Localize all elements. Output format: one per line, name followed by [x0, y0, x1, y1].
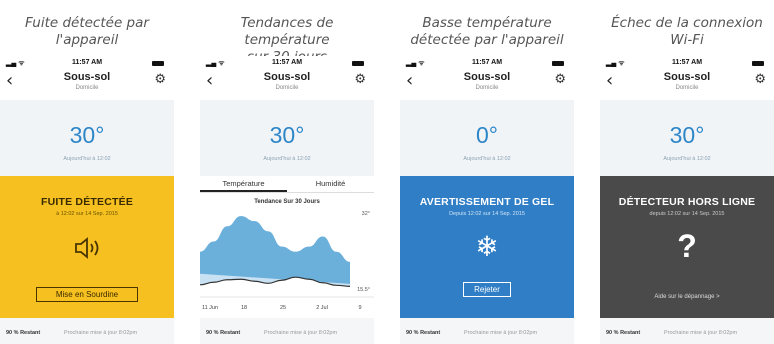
- temperature-timestamp: Aujourd'hui à 12:02: [463, 156, 511, 162]
- snowflake-icon: ❄: [475, 230, 499, 263]
- trend-chart-svg: 32° 15.5° 11 Jun 18 25 2 Jul 9: [200, 211, 374, 311]
- battery-remaining: 90 % Restant: [6, 330, 41, 336]
- phone-screen: ▂▄ ᯤ 11:57 AM ‹ Sous-sol Domicile ⚙ 0° A…: [400, 56, 574, 344]
- battery-icon: [352, 61, 364, 66]
- status-bar: ▂▄ ᯤ 11:57 AM: [200, 58, 374, 70]
- battery-remaining: 90 % Restant: [206, 330, 241, 336]
- y-tick-label: 32°: [362, 211, 370, 217]
- page-title: Sous-sol: [663, 71, 711, 83]
- panel-offline: Échec de la connexion Wi-Fi ▂▄ ᯤ 11:57 A…: [600, 0, 774, 344]
- status-bar: ▂▄ ᯤ 11:57 AM: [400, 58, 574, 70]
- area-fill-dark: [200, 216, 350, 284]
- status-time: 11:57 AM: [671, 59, 703, 66]
- x-tick-label: 11 Jun: [202, 305, 218, 311]
- alert-title: FUITE DÉTECTÉE: [40, 196, 134, 208]
- page-subtitle: Domicile: [475, 85, 499, 91]
- footer: 90 % Restant Prochaine mise à jour 8:02p…: [200, 318, 374, 344]
- temperature-value: 30°: [269, 122, 305, 148]
- panel-frost: Basse température détectée par l'apparei…: [400, 0, 574, 344]
- battery-remaining: 90 % Restant: [606, 330, 641, 336]
- footer: 90 % Restant Prochaine mise à jour 8:02p…: [600, 318, 774, 344]
- trend-chart: Tendance Sur 30 Jours 32° 15.5° 11 Jun 18 25…: [200, 193, 374, 318]
- tab-humidity[interactable]: Humidité: [287, 179, 374, 188]
- battery-icon: [752, 61, 764, 66]
- gear-icon[interactable]: ⚙: [354, 72, 366, 87]
- page-title: Sous-sol: [63, 71, 111, 83]
- gear-icon[interactable]: ⚙: [754, 72, 766, 87]
- page-subtitle: Domicile: [275, 85, 299, 91]
- x-tick-label: 9: [358, 305, 361, 311]
- temperature-area: 30° Aujourd'hui à 12:02: [600, 100, 774, 176]
- caption-frost: Basse température détectée par l'apparei…: [410, 15, 564, 48]
- x-tick-label: 25: [280, 305, 286, 311]
- page-subtitle: Domicile: [675, 85, 699, 91]
- temperature-value: 30°: [69, 122, 105, 148]
- status-time: 11:57 AM: [471, 59, 503, 66]
- nav-bar: ‹ Sous-sol Domicile ⚙: [400, 70, 574, 100]
- alert-subtitle: depuis 12:02 sur 14 Sep. 2015: [649, 211, 725, 217]
- dismiss-button[interactable]: Rejeter: [463, 282, 511, 297]
- phone-screen: ▂▄ ᯤ 11:57 AM ‹ Sous-sol Domicile ⚙ 30° …: [600, 56, 774, 344]
- alert-card-leak: FUITE DÉTECTÉE à 12:02 sur 14 Sep. 2015 …: [0, 176, 174, 318]
- tab-temperature[interactable]: Température: [200, 179, 287, 192]
- nav-bar: ‹ Sous-sol Domicile ⚙: [0, 70, 174, 100]
- y-tick-label: 15.5°: [357, 287, 370, 293]
- speaker-icon: [75, 237, 99, 259]
- temperature-area: 30° Aujourd'hui à 12:02: [200, 100, 374, 176]
- status-time: 11:57 AM: [271, 59, 303, 66]
- status-bar: ▂▄ ᯤ 11:57 AM: [600, 58, 774, 70]
- x-tick-label: 2 Jul: [316, 305, 328, 311]
- next-update: Prochaine mise à jour 8:02pm: [664, 330, 738, 336]
- temperature-value: 30°: [669, 122, 705, 148]
- alert-subtitle: à 12:02 sur 14 Sep. 2015: [56, 211, 118, 217]
- caption-leak: Fuite détectée par l'appareil: [25, 15, 149, 48]
- footer: 90 % Restant Prochaine mise à jour 8:02p…: [0, 318, 174, 344]
- panel-leak: Fuite détectée par l'appareil ▂▄ ᯤ 11:57…: [0, 0, 174, 344]
- next-update: Prochaine mise à jour 8:02pm: [464, 330, 538, 336]
- nav-bar: ‹ Sous-sol Domicile ⚙: [200, 70, 374, 100]
- page-title: Sous-sol: [263, 71, 311, 83]
- trend-tabs: Température Humidité: [200, 176, 374, 193]
- status-bar: ▂▄ ᯤ 11:57 AM: [0, 58, 174, 70]
- temperature-area: 0° Aujourd'hui à 12:02: [400, 100, 574, 176]
- footer: 90 % Restant Prochaine mise à jour 8:02p…: [400, 318, 574, 344]
- page-subtitle: Domicile: [75, 85, 99, 91]
- gear-icon[interactable]: ⚙: [154, 72, 166, 87]
- panel-trends: Tendances de température sur 30 jours ▂▄…: [200, 0, 374, 344]
- alert-title: AVERTISSEMENT DE GEL: [419, 196, 555, 208]
- temperature-timestamp: Aujourd'hui à 12:02: [663, 156, 711, 162]
- temperature-area: 30° Aujourd'hui à 12:02: [0, 100, 174, 176]
- temperature-timestamp: Aujourd'hui à 12:02: [263, 156, 311, 162]
- page-title: Sous-sol: [463, 71, 511, 83]
- gear-icon[interactable]: ⚙: [554, 72, 566, 87]
- phone-screen: ▂▄ ᯤ 11:57 AM ‹ Sous-sol Domicile ⚙ 30° …: [0, 56, 174, 344]
- temperature-value: 0°: [476, 122, 498, 148]
- temperature-timestamp: Aujourd'hui à 12:02: [63, 156, 111, 162]
- x-tick-label: 18: [241, 305, 247, 311]
- alert-title: DÉTECTEUR HORS LIGNE: [618, 196, 756, 208]
- troubleshoot-link[interactable]: Aide sur le dépannage >: [600, 294, 774, 300]
- nav-bar: ‹ Sous-sol Domicile ⚙: [600, 70, 774, 100]
- battery-icon: [552, 61, 564, 66]
- mute-button[interactable]: Mise en Sourdine: [36, 287, 138, 302]
- battery-remaining: 90 % Restant: [406, 330, 441, 336]
- alert-subtitle: Depuis 12:02 sur 14 Sep. 2015: [449, 211, 525, 217]
- battery-icon: [152, 61, 164, 66]
- question-icon: ?: [677, 228, 697, 264]
- status-time: 11:57 AM: [71, 59, 103, 66]
- alert-card-offline: DÉTECTEUR HORS LIGNE depuis 12:02 sur 14…: [600, 176, 774, 318]
- next-update: Prochaine mise à jour 8:02pm: [264, 330, 338, 336]
- next-update: Prochaine mise à jour 8:02pm: [64, 330, 138, 336]
- caption-offline: Échec de la connexion Wi-Fi: [611, 15, 763, 48]
- alert-card-frost: AVERTISSEMENT DE GEL Depuis 12:02 sur 14…: [400, 176, 574, 318]
- phone-screen: ▂▄ ᯤ 11:57 AM ‹ Sous-sol Domicile ⚙ 30° …: [200, 56, 374, 344]
